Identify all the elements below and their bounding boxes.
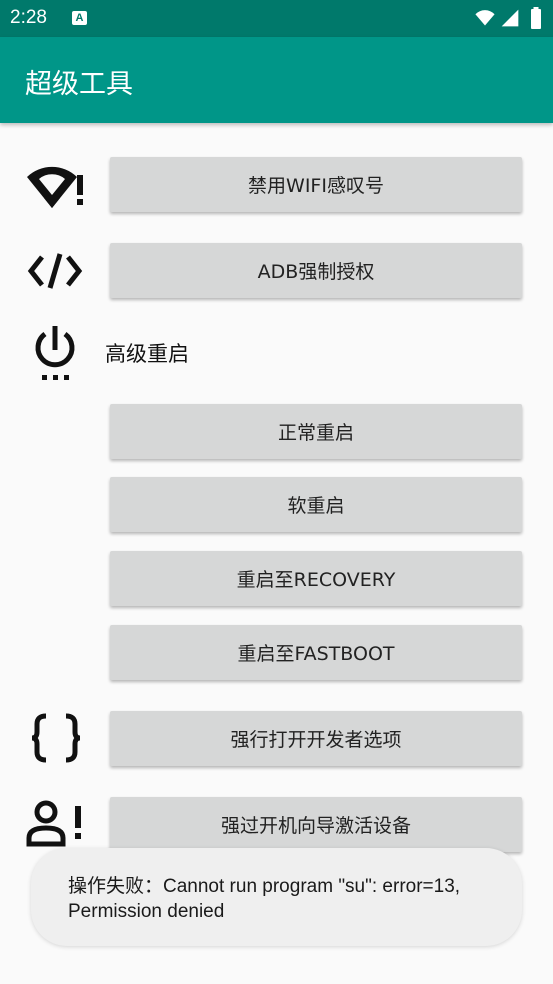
app-title: 超级工具: [25, 69, 133, 100]
bypass-setup-wizard-button[interactable]: 强过开机向导激活设备: [110, 797, 522, 852]
wifi-icon: [475, 10, 495, 26]
power-settings-icon: [30, 324, 80, 382]
braces-icon: [30, 712, 82, 764]
app-bar: 超级工具: [0, 37, 553, 123]
status-bar: 2:28 A: [0, 0, 553, 37]
status-time: 2:28: [10, 7, 47, 28]
reboot-recovery-button[interactable]: 重启至RECOVERY: [110, 551, 522, 606]
toast-message: 操作失败：Cannot run program "su": error=13, …: [68, 876, 461, 922]
battery-icon: [531, 7, 541, 29]
wifi-alert-icon: [24, 158, 86, 212]
signal-icon: [501, 9, 519, 27]
normal-reboot-button[interactable]: 正常重启: [110, 404, 522, 459]
toast: 操作失败：Cannot run program "su": error=13, …: [31, 848, 522, 946]
reboot-fastboot-button[interactable]: 重启至FASTBOOT: [110, 625, 522, 680]
advanced-reboot-label: 高级重启: [105, 342, 189, 366]
soft-reboot-button[interactable]: 软重启: [110, 477, 522, 532]
adb-force-authorize-button[interactable]: ADB强制授权: [110, 243, 522, 298]
account-alert-icon: [26, 800, 84, 848]
code-icon: [26, 248, 84, 294]
force-developer-options-button[interactable]: 强行打开开发者选项: [110, 711, 522, 766]
a-icon: A: [72, 11, 87, 25]
disable-wifi-exclamation-button[interactable]: 禁用WIFI感叹号: [110, 157, 522, 212]
